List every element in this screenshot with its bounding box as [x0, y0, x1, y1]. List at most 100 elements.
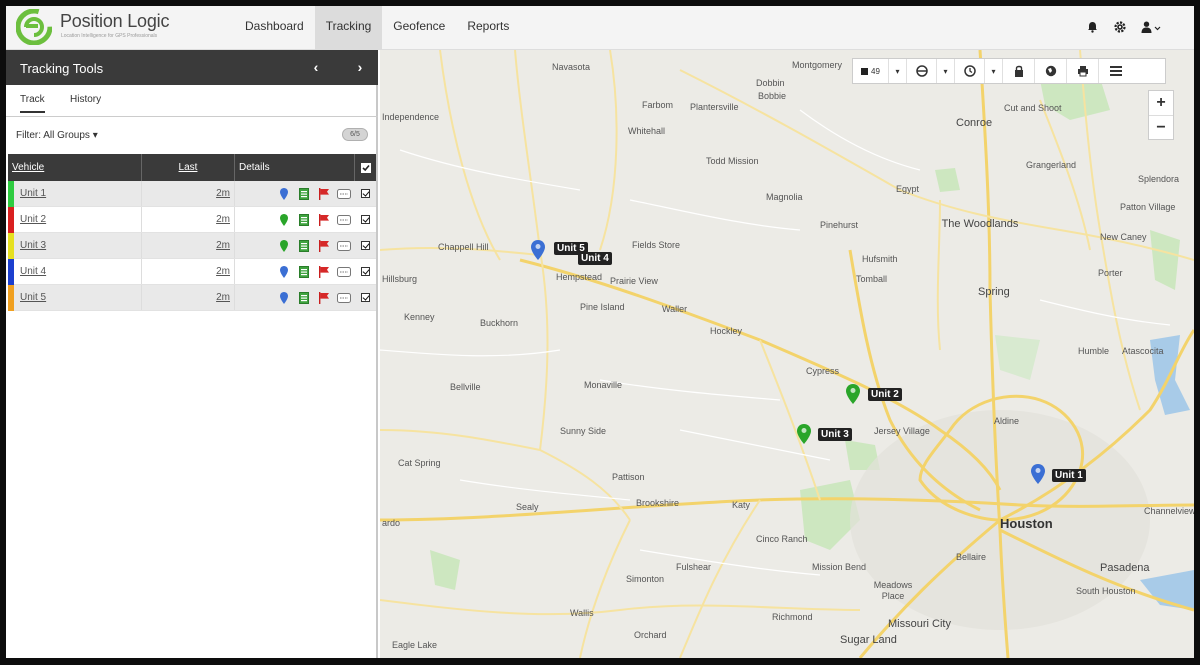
- document-icon[interactable]: [297, 265, 311, 279]
- table-row[interactable]: Unit 2 2m: [8, 207, 376, 233]
- map-label: Sealy: [516, 502, 539, 512]
- menu-icon[interactable]: [1099, 59, 1133, 83]
- checkbox-checked-icon: [361, 293, 370, 302]
- map-pin-unit-1[interactable]: [1031, 464, 1045, 484]
- zoom-in-button[interactable]: +: [1149, 91, 1173, 115]
- flag-icon[interactable]: [317, 187, 331, 201]
- map-unit-label[interactable]: Unit 4: [578, 252, 612, 265]
- map-pin-icon[interactable]: [277, 187, 291, 201]
- document-icon[interactable]: [297, 239, 311, 253]
- unit-count-button[interactable]: 49: [853, 59, 889, 83]
- vehicle-name-link[interactable]: Unit 4: [14, 259, 142, 284]
- table-row[interactable]: Unit 3 2m: [8, 233, 376, 259]
- panel-header: Tracking Tools ‹ ›: [6, 50, 378, 85]
- last-update-link[interactable]: 2m: [142, 285, 235, 310]
- map-label: Chappell Hill: [438, 242, 489, 252]
- table-row[interactable]: Unit 1 2m: [8, 181, 376, 207]
- map-unit-label[interactable]: Unit 2: [868, 388, 902, 401]
- user-menu-icon[interactable]: [1140, 19, 1164, 35]
- table-body: Unit 1 2m Unit 2 2m Unit 3 2m Unit 4 2m Unit 5 2m: [8, 181, 376, 311]
- map-pin-icon[interactable]: [277, 265, 291, 279]
- tab-track[interactable]: Track: [20, 94, 45, 113]
- map-pin-unit-3[interactable]: [797, 424, 811, 444]
- nav-dashboard[interactable]: Dashboard: [234, 6, 315, 50]
- map-label: South Houston: [1076, 586, 1136, 596]
- last-update-link[interactable]: 2m: [142, 207, 235, 232]
- message-icon[interactable]: [337, 213, 351, 227]
- flag-icon[interactable]: [317, 265, 331, 279]
- row-checkbox[interactable]: [355, 233, 376, 258]
- message-icon[interactable]: [337, 265, 351, 279]
- brand-logo[interactable]: Position Logic Location Intelligence for…: [14, 8, 234, 48]
- column-vehicle[interactable]: Vehicle: [8, 154, 142, 181]
- map-pin-unit-2[interactable]: [846, 384, 860, 404]
- column-last[interactable]: Last: [142, 154, 235, 181]
- select-all-checkbox[interactable]: [355, 154, 376, 181]
- map-label: Hockley: [710, 326, 743, 336]
- table-row[interactable]: Unit 4 2m: [8, 259, 376, 285]
- nav-reports[interactable]: Reports: [456, 6, 520, 50]
- table-row[interactable]: Unit 5 2m: [8, 285, 376, 311]
- map-label: Whitehall: [628, 126, 666, 136]
- document-icon[interactable]: [297, 213, 311, 227]
- unit-count: 49: [871, 66, 880, 76]
- print-icon[interactable]: [1067, 59, 1099, 83]
- map-unit-label[interactable]: Unit 3: [818, 428, 852, 441]
- message-icon[interactable]: [337, 187, 351, 201]
- map-unit-label[interactable]: Unit 1: [1052, 469, 1086, 482]
- globe-icon[interactable]: [1035, 59, 1067, 83]
- nav-tracking[interactable]: Tracking: [314, 6, 383, 50]
- document-icon[interactable]: [297, 187, 311, 201]
- map-label: Aldine: [994, 416, 1020, 426]
- clock-icon[interactable]: [955, 59, 985, 83]
- map-label: Hillsburg: [382, 274, 418, 284]
- map-label: Pine Island: [580, 302, 625, 312]
- details-cell: [235, 233, 355, 258]
- group-filter-dropdown[interactable]: Filter: All Groups ▾: [16, 130, 98, 141]
- map-label: Richmond: [772, 612, 813, 622]
- flag-icon[interactable]: [317, 239, 331, 253]
- row-checkbox[interactable]: [355, 259, 376, 284]
- map-label: ardo: [382, 518, 401, 528]
- vehicle-name-link[interactable]: Unit 3: [14, 233, 142, 258]
- traffic-icon[interactable]: [907, 59, 937, 83]
- map-pin-icon[interactable]: [277, 291, 291, 305]
- vehicle-name-link[interactable]: Unit 5: [14, 285, 142, 310]
- table-header: Vehicle Last Details: [8, 154, 376, 181]
- message-icon[interactable]: [337, 291, 351, 305]
- caret-down-icon[interactable]: ▾: [889, 59, 907, 83]
- vehicle-name-link[interactable]: Unit 1: [14, 181, 142, 206]
- map-pin-icon[interactable]: [277, 239, 291, 253]
- row-checkbox[interactable]: [355, 181, 376, 206]
- map-label: Mission Bend: [812, 562, 867, 572]
- row-checkbox[interactable]: [355, 285, 376, 310]
- tab-history[interactable]: History: [70, 94, 101, 105]
- map-pin-unit-5[interactable]: [531, 240, 545, 260]
- last-update-link[interactable]: 2m: [142, 259, 235, 284]
- flag-icon[interactable]: [317, 213, 331, 227]
- zoom-out-button[interactable]: −: [1149, 115, 1173, 139]
- message-icon[interactable]: [337, 239, 351, 253]
- filter-toggle[interactable]: 6/5: [342, 128, 368, 141]
- bell-icon[interactable]: [1084, 19, 1100, 35]
- map-pin-icon[interactable]: [277, 213, 291, 227]
- flag-icon[interactable]: [317, 291, 331, 305]
- map-label: Grangerland: [1026, 160, 1077, 170]
- vehicle-name-link[interactable]: Unit 2: [14, 207, 142, 232]
- last-update-link[interactable]: 2m: [142, 233, 235, 258]
- document-icon[interactable]: [297, 291, 311, 305]
- map-label: Conroe: [956, 117, 993, 129]
- chevron-left-icon[interactable]: ‹: [308, 59, 324, 75]
- caret-down-icon[interactable]: ▾: [937, 59, 955, 83]
- last-update-link[interactable]: 2m: [142, 181, 235, 206]
- nav-geofence[interactable]: Geofence: [382, 6, 456, 50]
- map-view[interactable]: Navasota Montgomery Dobbin Bobbie Farbom…: [380, 50, 1194, 658]
- map-label: Monaville: [584, 380, 623, 390]
- map-label: Dobbin: [756, 78, 785, 88]
- map-label: Cut and Shoot: [1004, 103, 1062, 113]
- caret-down-icon[interactable]: ▾: [985, 59, 1003, 83]
- row-checkbox[interactable]: [355, 207, 376, 232]
- lock-icon[interactable]: [1003, 59, 1035, 83]
- chevron-right-icon[interactable]: ›: [352, 59, 368, 75]
- gear-icon[interactable]: [1112, 19, 1128, 35]
